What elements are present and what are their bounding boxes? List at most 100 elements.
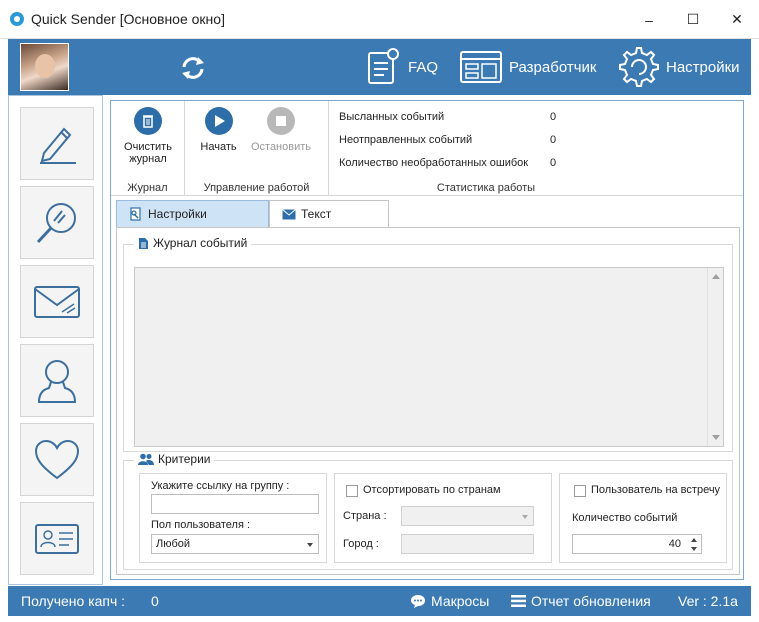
- country-label: Страна :: [343, 510, 387, 522]
- tab-text[interactable]: Текст: [269, 200, 389, 228]
- group-stats-label: Статистика работы: [436, 182, 536, 194]
- stat-sent-label: Высланных событий: [339, 111, 445, 123]
- gear-icon: [619, 47, 659, 87]
- ribbon: Очистить журнал Журнал Начать Остановить…: [111, 101, 743, 196]
- gender-select[interactable]: Любой: [151, 534, 319, 554]
- envelope-icon: [34, 285, 80, 318]
- ribbon-group-stats: Высланных событий 0 Неотправленных событ…: [329, 101, 643, 196]
- city-input[interactable]: [401, 534, 534, 554]
- main-panel: Очистить журнал Журнал Начать Остановить…: [110, 100, 744, 580]
- events-count-stepper[interactable]: 40: [572, 534, 702, 554]
- country-select[interactable]: [401, 506, 534, 526]
- city-label: Город :: [343, 538, 379, 550]
- group-link-input[interactable]: [151, 494, 319, 514]
- update-report-label: Отчет обновления: [531, 593, 651, 609]
- magnifier-icon: [36, 202, 76, 243]
- criteria-group-link-box: Укажите ссылку на группу : Пол пользоват…: [139, 473, 327, 563]
- sidebar-item-favorites[interactable]: [20, 423, 94, 496]
- users-icon: [138, 453, 154, 465]
- event-log-group: Журнал событий: [123, 236, 733, 452]
- captcha-count-value: 0: [151, 593, 159, 609]
- sidebar-item-search[interactable]: [20, 186, 94, 259]
- settings-doc-icon: [130, 207, 141, 221]
- developer-button[interactable]: Разработчик: [459, 47, 596, 87]
- stop-button[interactable]: Остановить: [245, 107, 317, 153]
- macros-label: Макросы: [431, 593, 490, 609]
- tab-settings[interactable]: Настройки: [116, 200, 269, 228]
- play-icon: [214, 115, 225, 127]
- maximize-button[interactable]: ☐: [671, 0, 715, 39]
- app-logo-icon: [10, 12, 24, 26]
- criteria-title: Критерии: [158, 452, 211, 466]
- start-button[interactable]: Начать: [191, 107, 246, 153]
- settings-button[interactable]: Настройки: [618, 47, 740, 87]
- criteria-group: Критерии Укажите ссылку на группу : Пол …: [123, 452, 733, 570]
- faq-icon: [368, 48, 399, 84]
- settings-label: Настройки: [666, 58, 740, 76]
- minimize-button[interactable]: –: [627, 0, 671, 39]
- sidebar-item-profile[interactable]: [20, 502, 94, 575]
- tab-text-label: Текст: [301, 207, 332, 221]
- scroll-down-icon[interactable]: [712, 435, 720, 440]
- status-bar: Получено капч : 0 Макросы Отчет обновлен…: [8, 586, 751, 616]
- envelope-small-icon: [282, 208, 296, 219]
- stat-errors-value: 0: [550, 157, 557, 169]
- tab-content-settings: Журнал событий Критерии Укажите ссылку н…: [116, 227, 740, 575]
- document-icon: [139, 237, 148, 249]
- stat-unsent-value: 0: [550, 134, 557, 146]
- refresh-icon[interactable]: [178, 53, 208, 83]
- criteria-country-box: Отсортировать по странам Страна : Город …: [334, 473, 552, 563]
- version-label: Ver : 2.1a: [678, 593, 738, 609]
- log-scrollbar[interactable]: [707, 268, 723, 446]
- chevron-down-icon: [522, 515, 528, 519]
- update-report-button[interactable]: Отчет обновления: [511, 593, 651, 609]
- event-log-textarea[interactable]: [134, 267, 724, 447]
- menu-lines-icon: [511, 595, 526, 607]
- events-count-label: Количество событий: [572, 512, 678, 524]
- start-label: Начать: [200, 141, 237, 153]
- group-link-label: Укажите ссылку на группу :: [151, 480, 290, 492]
- sidebar-item-messages[interactable]: [20, 265, 94, 338]
- user-icon: [37, 359, 77, 403]
- gender-select-value: Любой: [156, 538, 191, 550]
- ribbon-group-control: Начать Остановить Управление работой: [185, 101, 329, 196]
- sidebar-item-users[interactable]: [20, 344, 94, 417]
- tab-settings-label: Настройки: [148, 207, 207, 221]
- header-bar: FAQ Разработчик Настройки: [8, 39, 751, 95]
- user-at-meeting-label: Пользователь на встречу: [591, 484, 721, 496]
- avatar[interactable]: [20, 43, 69, 91]
- stat-errors-label: Количество необработанных ошибок: [339, 157, 529, 169]
- id-card-icon: [35, 523, 79, 554]
- stop-label: Остановить: [250, 141, 312, 153]
- scroll-up-icon[interactable]: [712, 274, 720, 279]
- title-bar: Quick Sender [Основное окно] – ☐ ✕: [0, 0, 759, 39]
- group-log-label: Журнал: [127, 182, 168, 194]
- pen-write-icon: [40, 127, 76, 164]
- sort-by-country-checkbox[interactable]: [346, 485, 358, 497]
- event-log-title: Журнал событий: [153, 236, 248, 250]
- chat-bubble-icon: [411, 594, 425, 608]
- close-button[interactable]: ✕: [715, 0, 759, 39]
- criteria-meeting-box: Пользователь на встречу Количество событ…: [559, 473, 727, 563]
- macros-button[interactable]: Макросы: [410, 593, 489, 609]
- stat-sent-value: 0: [550, 111, 557, 123]
- stop-icon: [276, 116, 286, 126]
- events-count-value: 40: [668, 538, 681, 550]
- user-at-meeting-checkbox[interactable]: [574, 485, 586, 497]
- captcha-count-label: Получено капч :: [21, 593, 126, 609]
- spinner-arrows-icon[interactable]: [689, 536, 699, 553]
- sidebar-item-compose[interactable]: [20, 107, 94, 180]
- developer-label: Разработчик: [509, 58, 597, 76]
- sort-by-country-label: Отсортировать по странам: [363, 484, 501, 496]
- faq-button[interactable]: FAQ: [366, 47, 438, 87]
- ribbon-group-log: Очистить журнал Журнал: [111, 101, 185, 196]
- clear-log-label: Очистить журнал: [124, 141, 172, 165]
- faq-label: FAQ: [408, 58, 439, 76]
- heart-icon: [34, 439, 80, 479]
- gender-label: Пол пользователя :: [151, 519, 251, 531]
- trash-icon: [143, 115, 153, 128]
- stat-unsent-label: Неотправленных событий: [339, 134, 473, 146]
- window-title: Quick Sender [Основное окно]: [31, 11, 225, 27]
- group-control-label: Управление работой: [203, 182, 310, 194]
- clear-log-button[interactable]: Очистить журнал: [118, 107, 178, 165]
